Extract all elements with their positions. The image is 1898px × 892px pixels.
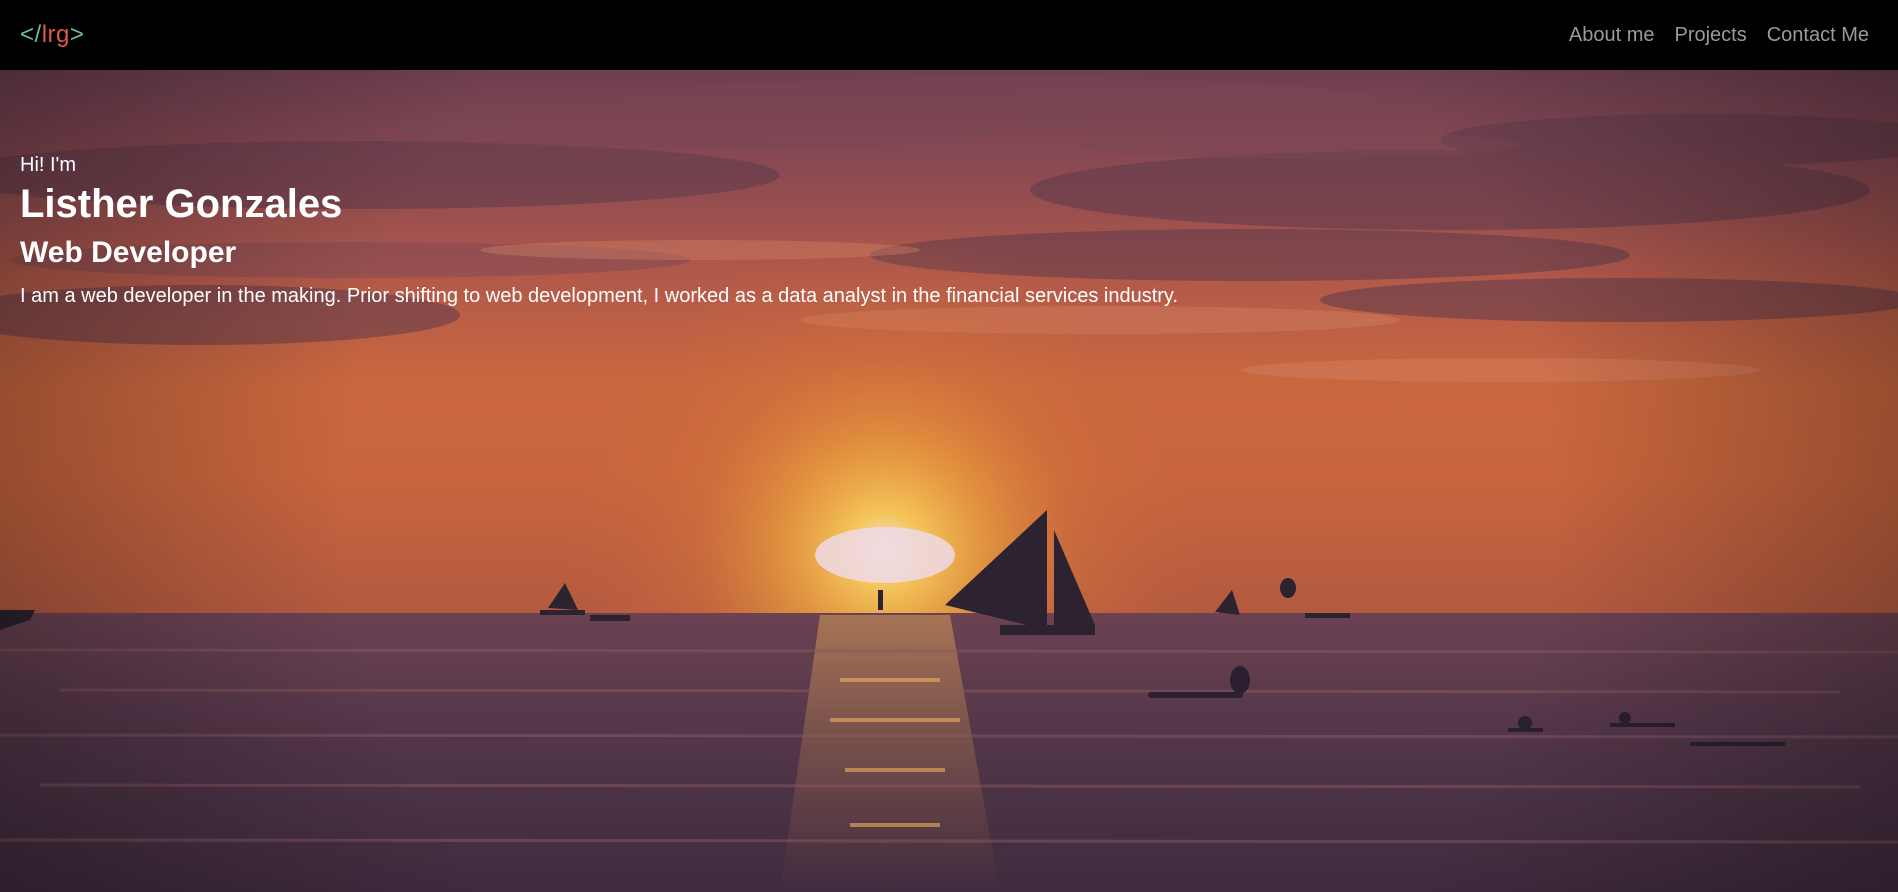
nav-link-about[interactable]: About me — [1569, 24, 1655, 47]
navbar: </ lrg > About me Projects Contact Me — [0, 0, 1898, 70]
hero-role: Web Developer — [20, 236, 237, 269]
hero-text-block: Hi! I'm Listher Gonzales Web Developer I… — [20, 154, 1178, 308]
brand-logo[interactable]: </ lrg > — [20, 21, 84, 49]
nav-link-projects[interactable]: Projects — [1674, 24, 1746, 47]
nav-link-contact[interactable]: Contact Me — [1767, 24, 1869, 47]
brand-open-bracket: </ — [20, 21, 42, 48]
brand-close-bracket: > — [69, 21, 85, 48]
nav-links: About me Projects Contact Me — [1569, 24, 1869, 47]
brand-initials: lrg — [41, 21, 70, 48]
hero-name: Listher Gonzales — [20, 182, 343, 226]
hero-description: I am a web developer in the making. Prio… — [20, 285, 1179, 307]
hero-greeting: Hi! I'm — [20, 154, 77, 176]
hero-section: Hi! I'm Listher Gonzales Web Developer I… — [0, 70, 1898, 892]
